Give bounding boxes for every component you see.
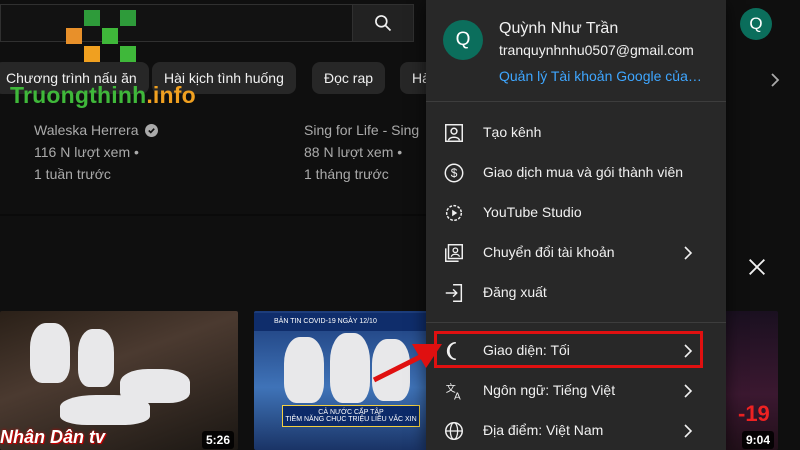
channel-name[interactable]: Waleska Herrera: [34, 119, 139, 141]
account-email: tranquynhnhu0507@gmail.com: [499, 42, 694, 58]
menu-item-location[interactable]: Địa điểm: Việt Nam: [426, 411, 726, 450]
watermark-logo: Truongthinh.info: [10, 82, 196, 108]
account-header: Q Quỳnh Như Trần tranquynhnhu0507@gmail.…: [426, 0, 726, 102]
svg-text:A: A: [454, 391, 461, 402]
avatar: Q: [443, 20, 483, 60]
upload-age: 1 tuần trước: [34, 166, 111, 182]
chevron-right-icon: [684, 246, 693, 260]
menu-item-youtube-studio[interactable]: YouTube Studio: [426, 193, 726, 233]
manage-account-link[interactable]: Quản lý Tài khoản Google của bạn: [499, 68, 704, 84]
sign-out-icon: [445, 284, 463, 302]
news-strip: BẢN TIN COVID-19 NGÀY 12/10: [254, 313, 432, 331]
duration-badge: 5:26: [202, 431, 235, 449]
upload-age: 1 tháng trước: [304, 166, 389, 182]
menu-divider: [426, 322, 726, 323]
view-count: 88 N lượt xem: [304, 144, 394, 160]
chip-rap[interactable]: Đọc rap: [312, 62, 386, 94]
account-avatar-button[interactable]: Q: [740, 8, 772, 40]
view-count: 116 N lượt xem: [34, 144, 131, 160]
video-meta: Sing for Life - Sing 88 N lượt xem • 1 t…: [304, 119, 422, 185]
search-button[interactable]: [352, 4, 414, 42]
search-input[interactable]: [0, 4, 352, 42]
duration-badge: 9:04: [742, 431, 775, 449]
news-caption: CẢ NƯỚC CẤP TẬP TIÊM NĂNG CHỤC TRIỆU LIỀ…: [282, 405, 420, 427]
close-icon[interactable]: [746, 256, 768, 278]
gear-play-icon: [445, 204, 463, 222]
menu-item-create-channel[interactable]: Tạo kênh: [426, 113, 726, 153]
channel-name[interactable]: Sing for Life - Sing: [304, 119, 419, 141]
video-thumbnail[interactable]: Nhân Dân tv 5:26: [0, 311, 238, 450]
menu-item-language[interactable]: 文A Ngôn ngữ: Tiếng Việt: [426, 371, 726, 411]
globe-icon: [445, 422, 463, 440]
chevron-right-icon: [684, 384, 693, 398]
section-divider: [0, 214, 430, 216]
account-name: Quỳnh Như Trần: [499, 20, 619, 37]
highlight-box: [434, 331, 703, 368]
switch-account-icon: [445, 244, 463, 262]
menu-item-purchases[interactable]: $ Giao dịch mua và gói thành viên: [426, 153, 726, 193]
channel-brand-logo: Nhân Dân tv: [0, 427, 106, 447]
chevron-right-icon[interactable]: [768, 72, 782, 88]
search-icon: [375, 15, 392, 32]
verified-icon: [144, 123, 158, 137]
annotation-arrow-icon: [372, 344, 442, 383]
chevron-right-icon: [684, 424, 693, 438]
menu-item-sign-out[interactable]: Đăng xuất: [426, 273, 726, 313]
svg-text:$: $: [451, 166, 458, 180]
video-meta: Waleska Herrera 116 N lượt xem • 1 tuần …: [34, 119, 158, 185]
menu-item-switch-account[interactable]: Chuyển đổi tài khoản: [426, 233, 726, 273]
account-menu: Q Quỳnh Như Trần tranquynhnhu0507@gmail.…: [426, 0, 726, 450]
dollar-icon: $: [444, 163, 464, 183]
person-icon: [445, 124, 463, 142]
